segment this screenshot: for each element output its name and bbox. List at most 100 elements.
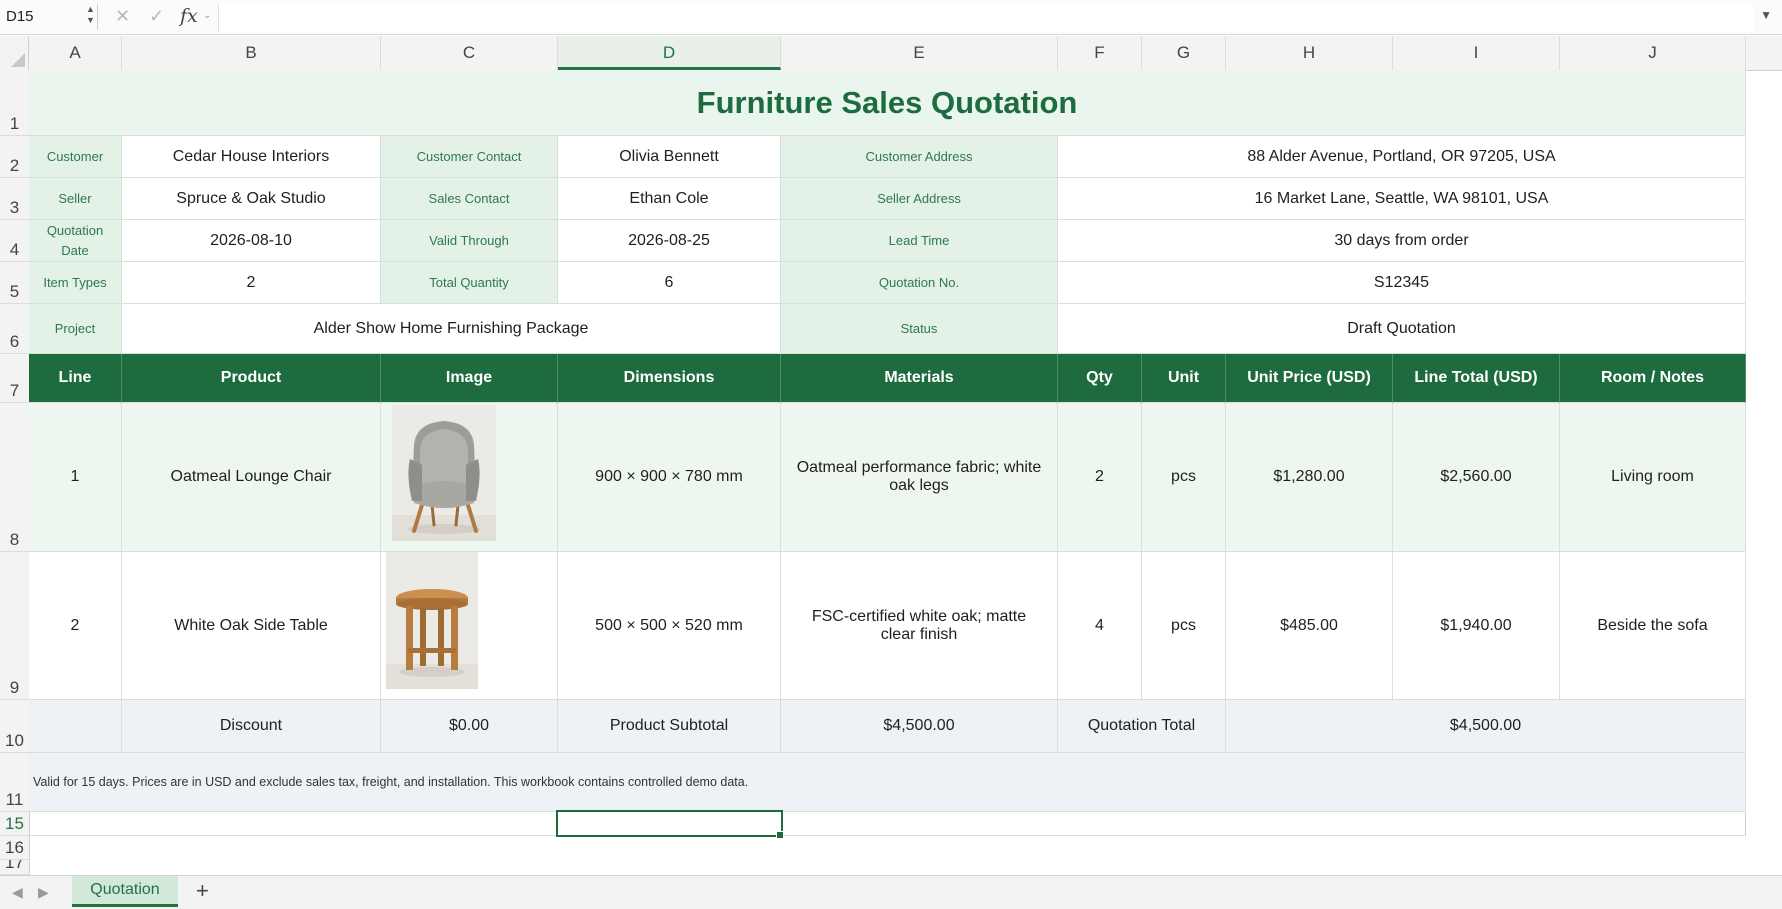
row-header-5[interactable]: 5 xyxy=(0,262,29,304)
close-icon[interactable]: ✕ xyxy=(115,6,130,27)
name-box[interactable]: D15 xyxy=(0,4,98,30)
expand-formula-bar-icon[interactable]: ▼ xyxy=(1760,8,1772,22)
seller-label[interactable]: Seller xyxy=(29,178,122,220)
header-unit[interactable]: Unit xyxy=(1142,354,1226,403)
row-header-17[interactable]: 17 xyxy=(0,860,29,875)
item-1-dimensions[interactable]: 900 × 900 × 780 mm xyxy=(558,403,781,552)
column-header-i[interactable]: I xyxy=(1393,36,1560,70)
lead-time-label[interactable]: Lead Time xyxy=(781,220,1058,262)
quotation-no-value[interactable]: S12345 xyxy=(1058,262,1746,304)
customer-address-label[interactable]: Customer Address xyxy=(781,136,1058,178)
header-image[interactable]: Image xyxy=(381,354,558,403)
row-header-6[interactable]: 6 xyxy=(0,304,29,354)
status-label[interactable]: Status xyxy=(781,304,1058,354)
add-sheet-icon[interactable]: + xyxy=(196,878,209,904)
column-header-d[interactable]: D xyxy=(558,36,781,70)
column-header-c[interactable]: C xyxy=(381,36,558,70)
header-product[interactable]: Product xyxy=(122,354,381,403)
total-quantity-label[interactable]: Total Quantity xyxy=(381,262,558,304)
quotation-date-value[interactable]: 2026-08-10 xyxy=(122,220,381,262)
item-1-line-total[interactable]: $2,560.00 xyxy=(1393,403,1560,552)
subtotal-value[interactable]: $4,500.00 xyxy=(781,700,1058,753)
item-1-unit[interactable]: pcs xyxy=(1142,403,1226,552)
quotation-date-label[interactable]: Quotation Date xyxy=(29,220,122,262)
seller-value[interactable]: Spruce & Oak Studio xyxy=(122,178,381,220)
discount-label[interactable]: Discount xyxy=(122,700,381,753)
header-materials[interactable]: Materials xyxy=(781,354,1058,403)
row-header-1[interactable]: 1 xyxy=(0,70,29,136)
row-header-10[interactable]: 10 xyxy=(0,700,29,753)
seller-address-value[interactable]: 16 Market Lane, Seattle, WA 98101, USA xyxy=(1058,178,1746,220)
totals-spacer[interactable] xyxy=(29,700,122,753)
header-line-total[interactable]: Line Total (USD) xyxy=(1393,354,1560,403)
header-room-notes[interactable]: Room / Notes xyxy=(1560,354,1746,403)
item-1-qty[interactable]: 2 xyxy=(1058,403,1142,552)
item-2-line[interactable]: 2 xyxy=(29,552,122,700)
select-all-button[interactable] xyxy=(0,36,29,70)
item-1-materials[interactable]: Oatmeal performance fabric; white oak le… xyxy=(781,403,1058,552)
quotation-no-label[interactable]: Quotation No. xyxy=(781,262,1058,304)
discount-value[interactable]: $0.00 xyxy=(381,700,558,753)
column-header-j[interactable]: J xyxy=(1560,36,1746,70)
item-1-notes[interactable]: Living room xyxy=(1560,403,1746,552)
tab-quotation[interactable]: Quotation xyxy=(72,876,178,907)
terms-note[interactable]: Valid for 15 days. Prices are in USD and… xyxy=(29,753,1746,812)
header-unit-price[interactable]: Unit Price (USD) xyxy=(1226,354,1393,403)
item-types-label[interactable]: Item Types xyxy=(29,262,122,304)
row-header-3[interactable]: 3 xyxy=(0,178,29,220)
seller-address-label[interactable]: Seller Address xyxy=(781,178,1058,220)
column-header-h[interactable]: H xyxy=(1226,36,1393,70)
column-header-b[interactable]: B xyxy=(122,36,381,70)
item-2-dimensions[interactable]: 500 × 500 × 520 mm xyxy=(558,552,781,700)
item-types-value[interactable]: 2 xyxy=(122,262,381,304)
item-2-line-total[interactable]: $1,940.00 xyxy=(1393,552,1560,700)
item-1-unit-price[interactable]: $1,280.00 xyxy=(1226,403,1393,552)
scroll-left-icon[interactable]: ◀ xyxy=(12,884,23,901)
total-quantity-value[interactable]: 6 xyxy=(558,262,781,304)
item-1-line[interactable]: 1 xyxy=(29,403,122,552)
item-2-product[interactable]: White Oak Side Table xyxy=(122,552,381,700)
row-header-7[interactable]: 7 xyxy=(0,354,29,403)
customer-contact-value[interactable]: Olivia Bennett xyxy=(558,136,781,178)
header-qty[interactable]: Qty xyxy=(1058,354,1142,403)
customer-label[interactable]: Customer xyxy=(29,136,122,178)
quotation-total-label[interactable]: Quotation Total xyxy=(1058,700,1226,753)
selected-cell-d15[interactable] xyxy=(556,810,783,837)
quotation-total-value[interactable]: $4,500.00 xyxy=(1226,700,1746,753)
chevron-down-icon[interactable]: ⌄ xyxy=(203,10,211,21)
item-2-unit-price[interactable]: $485.00 xyxy=(1226,552,1393,700)
function-icon[interactable]: fx xyxy=(180,5,198,27)
row-header-11[interactable]: 11 xyxy=(0,753,29,812)
formula-input[interactable] xyxy=(218,4,1753,32)
project-value[interactable]: Alder Show Home Furnishing Package xyxy=(122,304,781,354)
row-header-2[interactable]: 2 xyxy=(0,136,29,178)
fill-handle[interactable] xyxy=(776,831,784,839)
column-header-a[interactable]: A xyxy=(29,36,122,70)
sales-contact-value[interactable]: Ethan Cole xyxy=(558,178,781,220)
valid-through-label[interactable]: Valid Through xyxy=(381,220,558,262)
page-title[interactable]: Furniture Sales Quotation xyxy=(29,70,1746,136)
empty-row-15[interactable] xyxy=(29,812,1746,836)
project-label[interactable]: Project xyxy=(29,304,122,354)
item-2-materials[interactable]: FSC-certified white oak; matte clear fin… xyxy=(781,552,1058,700)
item-1-product[interactable]: Oatmeal Lounge Chair xyxy=(122,403,381,552)
column-header-f[interactable]: F xyxy=(1058,36,1142,70)
status-value[interactable]: Draft Quotation xyxy=(1058,304,1746,354)
header-dimensions[interactable]: Dimensions xyxy=(558,354,781,403)
valid-through-value[interactable]: 2026-08-25 xyxy=(558,220,781,262)
row-header-8[interactable]: 8 xyxy=(0,403,29,552)
customer-contact-label[interactable]: Customer Contact xyxy=(381,136,558,178)
item-2-unit[interactable]: pcs xyxy=(1142,552,1226,700)
sales-contact-label[interactable]: Sales Contact xyxy=(381,178,558,220)
row-header-4[interactable]: 4 xyxy=(0,220,29,262)
row-header-9[interactable]: 9 xyxy=(0,552,29,700)
row-header-16[interactable]: 16 xyxy=(0,836,29,860)
item-2-qty[interactable]: 4 xyxy=(1058,552,1142,700)
side-table-image[interactable] xyxy=(386,552,478,689)
subtotal-label[interactable]: Product Subtotal xyxy=(558,700,781,753)
scroll-right-icon[interactable]: ▶ xyxy=(38,884,49,901)
customer-address-value[interactable]: 88 Alder Avenue, Portland, OR 97205, USA xyxy=(1058,136,1746,178)
customer-value[interactable]: Cedar House Interiors xyxy=(122,136,381,178)
lounge-chair-image[interactable] xyxy=(392,405,496,541)
check-icon[interactable]: ✓ xyxy=(149,6,164,27)
